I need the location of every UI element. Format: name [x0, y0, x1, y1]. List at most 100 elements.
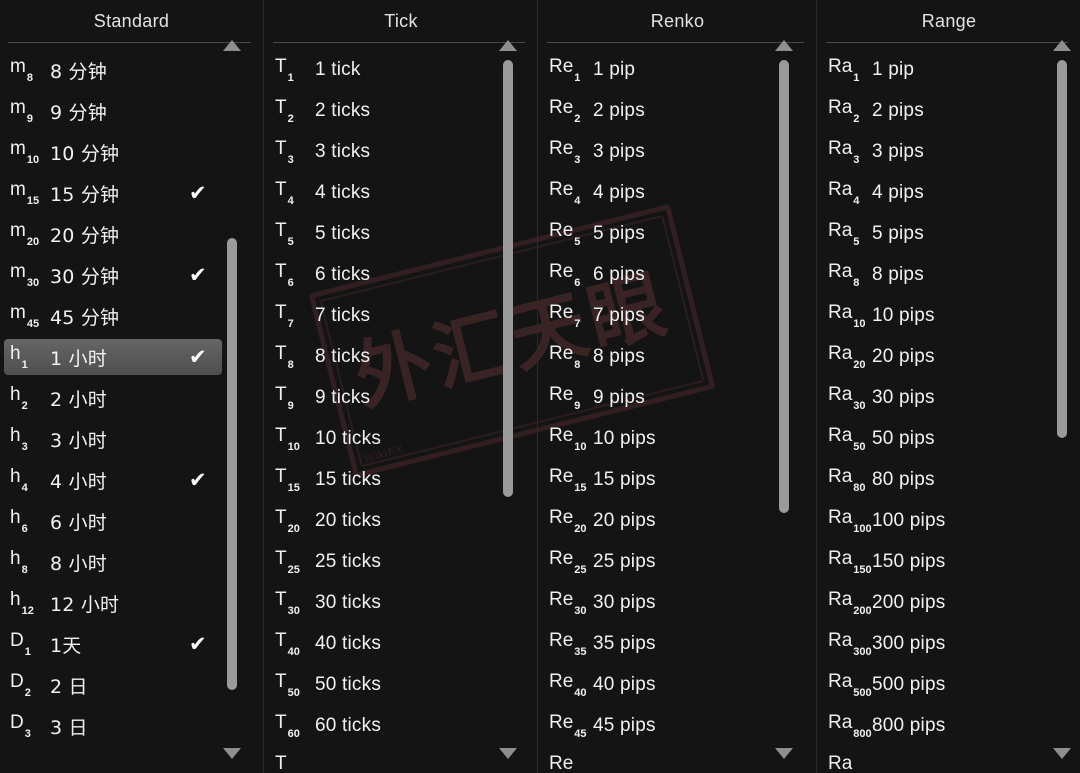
list-item[interactable]: T: [269, 749, 497, 773]
item-symbol-base: T: [275, 260, 287, 282]
list-item[interactable]: Re25 25 pips: [543, 544, 775, 580]
list-item[interactable]: h8 8 小时: [4, 544, 222, 580]
list-item[interactable]: Ra4 4 pips: [822, 175, 1042, 211]
list-item[interactable]: D2 2 日: [4, 667, 222, 703]
list-item[interactable]: Ra2 2 pips: [822, 93, 1042, 129]
list-item[interactable]: T50 50 ticks: [269, 667, 497, 703]
scroll-up-arrow-icon[interactable]: [499, 40, 517, 51]
scrollbar-thumb[interactable]: [227, 238, 237, 690]
item-label: 6 ticks: [315, 264, 371, 285]
list-item[interactable]: Re20 20 pips: [543, 503, 775, 539]
scrollbar-thumb[interactable]: [779, 60, 789, 513]
list-item[interactable]: Re30 30 pips: [543, 585, 775, 621]
list-item[interactable]: Ra800 800 pips: [822, 708, 1042, 744]
item-symbol-icon: h2: [4, 385, 50, 412]
item-symbol-subscript: 10: [287, 440, 300, 453]
list-item[interactable]: T1 1 tick: [269, 52, 497, 88]
list-item[interactable]: T60 60 ticks: [269, 708, 497, 744]
list-item[interactable]: m45 45 分钟: [4, 298, 222, 334]
column-title-renko: Renko: [650, 10, 705, 31]
item-label: 1 小时: [50, 347, 107, 370]
list-item[interactable]: Ra200 200 pips: [822, 585, 1042, 621]
list-item[interactable]: T10 10 ticks: [269, 421, 497, 457]
list-item[interactable]: Ra150 150 pips: [822, 544, 1042, 580]
list-item[interactable]: Re15 15 pips: [543, 462, 775, 498]
list-item[interactable]: Ra: [822, 749, 1042, 773]
list-item[interactable]: Re7 7 pips: [543, 298, 775, 334]
list-item[interactable]: Re: [543, 749, 775, 773]
scroll-down-arrow-icon[interactable]: [499, 748, 517, 759]
list-item[interactable]: m9 9 分钟: [4, 93, 222, 129]
list-item[interactable]: Re1 1 pip: [543, 52, 775, 88]
list-item[interactable]: T4 4 ticks: [269, 175, 497, 211]
item-symbol-subscript: 1: [24, 645, 31, 658]
list-item[interactable]: D1 1天 ✔: [4, 626, 222, 662]
scroll-up-arrow-icon[interactable]: [223, 40, 241, 51]
item-symbol-icon: Re3: [543, 139, 593, 166]
list-item[interactable]: Re4 4 pips: [543, 175, 775, 211]
list-item[interactable]: h4 4 小时 ✔: [4, 462, 222, 498]
list-item[interactable]: Re40 40 pips: [543, 667, 775, 703]
list-item[interactable]: m10 10 分钟: [4, 134, 222, 170]
list-item[interactable]: Ra1 1 pip: [822, 52, 1042, 88]
list-item[interactable]: Ra500 500 pips: [822, 667, 1042, 703]
list-item[interactable]: Ra10 10 pips: [822, 298, 1042, 334]
list-item[interactable]: Re35 35 pips: [543, 626, 775, 662]
list-item[interactable]: D3 3 日: [4, 708, 222, 744]
item-symbol-icon: m9: [4, 98, 50, 125]
list-item[interactable]: h3 3 小时: [4, 421, 222, 457]
list-item[interactable]: Re8 8 pips: [543, 339, 775, 375]
list-item[interactable]: Ra8 8 pips: [822, 257, 1042, 293]
list-item[interactable]: Re6 6 pips: [543, 257, 775, 293]
list-item[interactable]: T7 7 ticks: [269, 298, 497, 334]
list-item[interactable]: T25 25 ticks: [269, 544, 497, 580]
scrollbar-thumb[interactable]: [503, 60, 513, 497]
list-item[interactable]: h2 2 小时: [4, 380, 222, 416]
list-item[interactable]: Ra30 30 pips: [822, 380, 1042, 416]
scroll-down-arrow-icon[interactable]: [775, 748, 793, 759]
list-item[interactable]: Ra5 5 pips: [822, 216, 1042, 252]
list-item[interactable]: Ra50 50 pips: [822, 421, 1042, 457]
list-item[interactable]: T30 30 ticks: [269, 585, 497, 621]
scroll-down-arrow-icon[interactable]: [1053, 748, 1071, 759]
list-item[interactable]: Ra300 300 pips: [822, 626, 1042, 662]
item-symbol-base: Ra: [828, 301, 853, 323]
list-item[interactable]: Re3 3 pips: [543, 134, 775, 170]
item-symbol-base: Ra: [828, 670, 853, 692]
list-item[interactable]: m15 15 分钟 ✔: [4, 175, 222, 211]
scrollbar-thumb[interactable]: [1057, 60, 1067, 438]
list-item[interactable]: Re45 45 pips: [543, 708, 775, 744]
list-item[interactable]: Re10 10 pips: [543, 421, 775, 457]
list-item[interactable]: T6 6 ticks: [269, 257, 497, 293]
list-item[interactable]: T8 8 ticks: [269, 339, 497, 375]
list-item[interactable]: Re5 5 pips: [543, 216, 775, 252]
list-item[interactable]: m30 30 分钟 ✔: [4, 257, 222, 293]
list-item[interactable]: h1 1 小时 ✔: [4, 339, 222, 375]
list-range: Ra1 1 pip Ra2 2 pips Ra3 3 pips Ra4 4 pips Ra5 5 …: [818, 44, 1080, 773]
item-label: 4 ticks: [315, 182, 371, 203]
list-item[interactable]: T3 3 ticks: [269, 134, 497, 170]
scroll-down-arrow-icon[interactable]: [223, 748, 241, 759]
item-symbol-base: h: [10, 547, 21, 569]
list-item[interactable]: T20 20 ticks: [269, 503, 497, 539]
list-item[interactable]: m8 8 分钟: [4, 52, 222, 88]
scroll-up-arrow-icon[interactable]: [1053, 40, 1071, 51]
scroll-up-arrow-icon[interactable]: [775, 40, 793, 51]
list-item[interactable]: h6 6 小时: [4, 503, 222, 539]
list-item[interactable]: Re9 9 pips: [543, 380, 775, 416]
item-symbol-icon: m8: [4, 57, 50, 84]
list-item[interactable]: T9 9 ticks: [269, 380, 497, 416]
list-item[interactable]: Ra100 100 pips: [822, 503, 1042, 539]
list-item[interactable]: T15 15 ticks: [269, 462, 497, 498]
list-item[interactable]: Ra3 3 pips: [822, 134, 1042, 170]
list-item[interactable]: T5 5 ticks: [269, 216, 497, 252]
item-label: 1 tick: [315, 59, 361, 80]
item-symbol-icon: T30: [269, 590, 315, 617]
list-item[interactable]: Ra20 20 pips: [822, 339, 1042, 375]
list-item[interactable]: m20 20 分钟: [4, 216, 222, 252]
list-item[interactable]: Ra80 80 pips: [822, 462, 1042, 498]
list-item[interactable]: T2 2 ticks: [269, 93, 497, 129]
list-item[interactable]: h12 12 小时: [4, 585, 222, 621]
list-item[interactable]: T40 40 ticks: [269, 626, 497, 662]
list-item[interactable]: Re2 2 pips: [543, 93, 775, 129]
